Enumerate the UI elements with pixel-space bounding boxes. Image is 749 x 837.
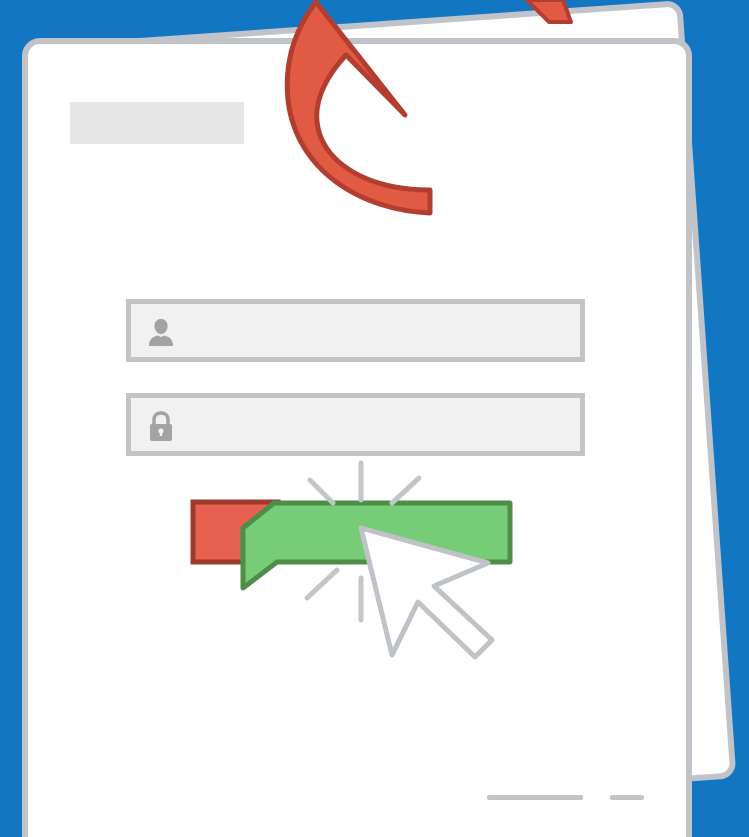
password-input[interactable] bbox=[191, 398, 575, 453]
lock-icon bbox=[147, 411, 175, 441]
username-field[interactable] bbox=[126, 299, 585, 362]
page-title-placeholder bbox=[70, 102, 244, 144]
footer-line bbox=[487, 795, 583, 800]
footer-line-short bbox=[610, 795, 644, 800]
user-icon bbox=[147, 317, 175, 347]
username-input[interactable] bbox=[191, 304, 575, 359]
password-field[interactable] bbox=[126, 393, 585, 456]
phishing-login-illustration bbox=[0, 0, 749, 837]
